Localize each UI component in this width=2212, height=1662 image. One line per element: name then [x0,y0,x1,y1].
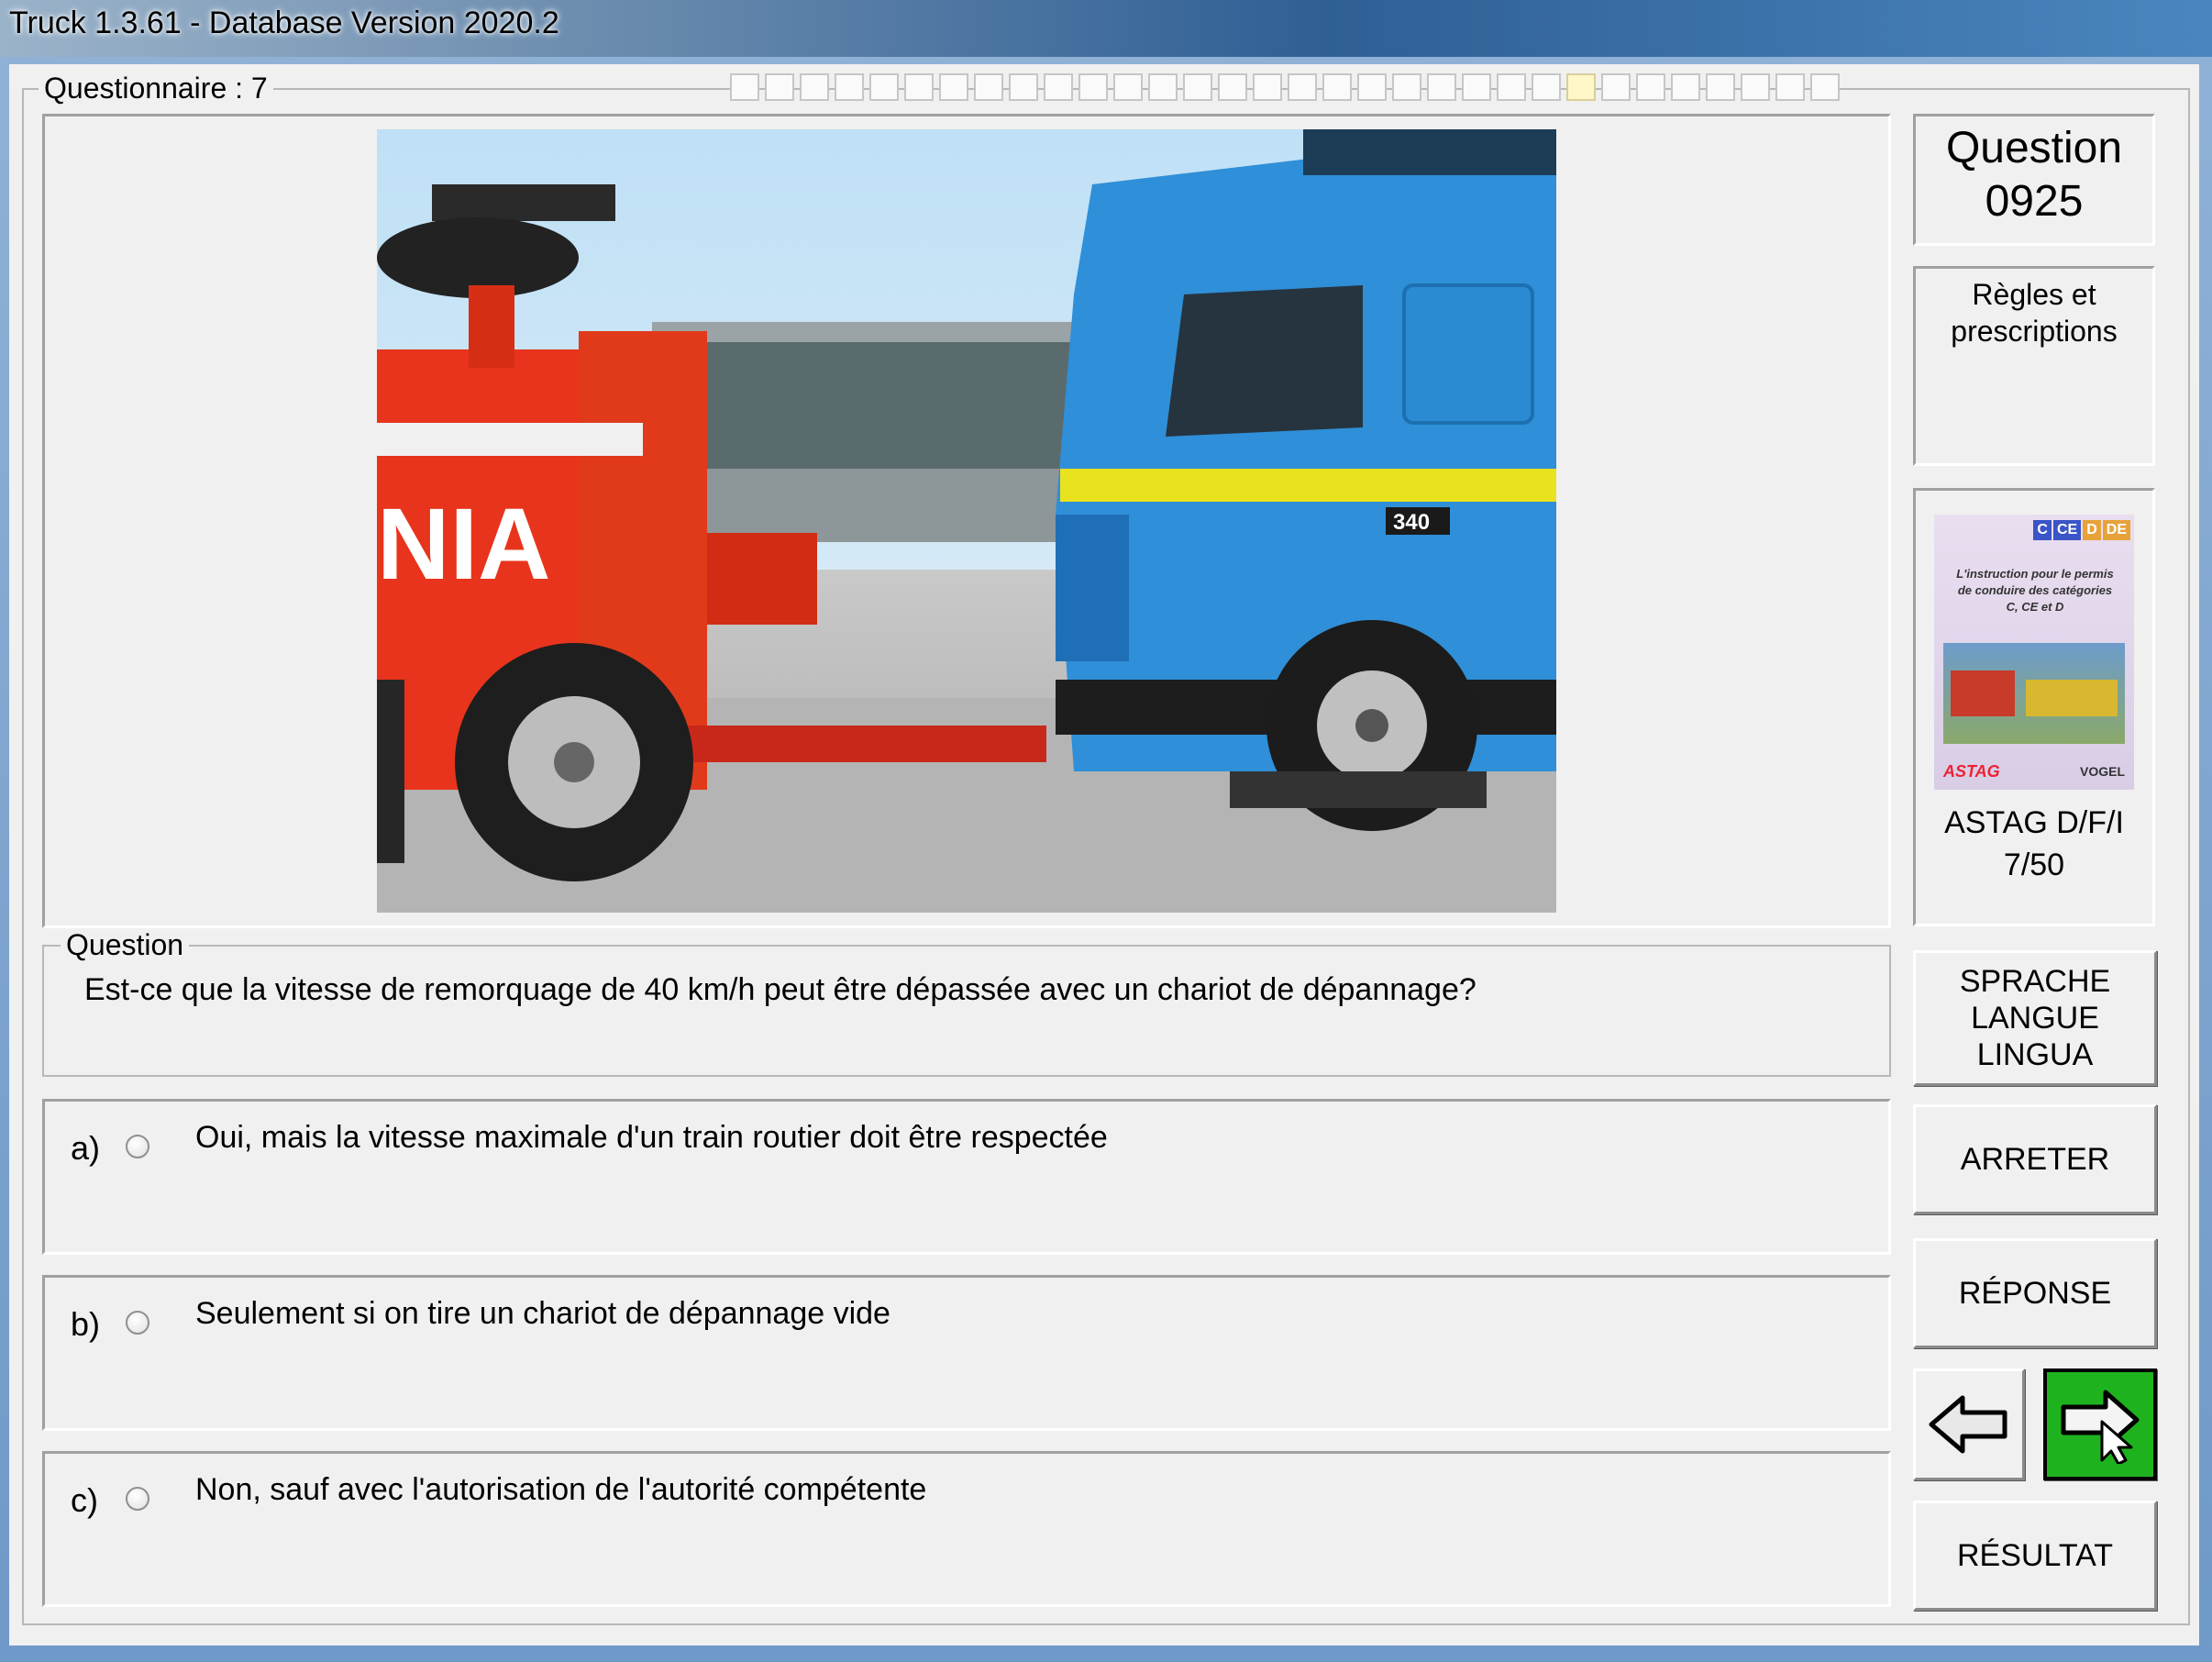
progress-cell [835,73,864,101]
book-badge: D [2083,520,2101,540]
progress-cell [1775,73,1805,101]
window-title: Truck 1.3.61 - Database Version 2020.2 [9,6,559,40]
book-badge: C [2033,520,2052,540]
arrow-right-icon [2061,1390,2140,1464]
questionnaire-label: Questionnaire : 7 [39,72,273,105]
book-badge: DE [2102,520,2130,540]
book-badge: CE [2052,520,2082,540]
progress-cell [1218,73,1247,101]
progress-cell [904,73,934,101]
question-group [42,945,1891,1077]
progress-cell [1113,73,1143,101]
progress-cell [800,73,829,101]
progress-cell [869,73,899,101]
progress-cell [1183,73,1212,101]
answer-letter: c) [71,1481,98,1519]
book-logo-right: VOGEL [2079,764,2125,779]
category-box: Règles et prescriptions [1913,266,2155,466]
question-text: Est-ce que la vitesse de remorquage de 4… [84,972,1477,1007]
answer-text: Non, sauf avec l'autorisation de l'autor… [195,1472,927,1507]
title-bar: Truck 1.3.61 - Database Version 2020.2 [0,0,2212,57]
truck-badge: 340 [1393,510,1430,535]
progress-cell [1009,73,1038,101]
progress-cell [1357,73,1387,101]
result-button[interactable]: RÉSULTAT [1913,1501,2157,1611]
progress-cell [1427,73,1456,101]
question-number-box: Question 0925 [1913,114,2155,246]
progress-cell [1288,73,1317,101]
answer-text: Oui, mais la vitesse maximale d'un train… [195,1120,1108,1155]
progress-cell [1810,73,1840,101]
progress-cell [765,73,794,101]
answer-a-panel[interactable]: a) Oui, mais la vitesse maximale d'un tr… [42,1099,1891,1255]
answer-button[interactable]: RÉPONSE [1913,1238,2157,1348]
question-photo: NIA 340 [377,129,1556,913]
progress-cell [1148,73,1178,101]
category-label: Règles et prescriptions [1951,278,2118,348]
question-number: 0925 [1985,177,2084,226]
book-subtitle: L'instruction pour le permis de conduire… [1956,567,2114,614]
progress-cell [974,73,1003,101]
progress-cell [1044,73,1073,101]
source-page: 7/50 [2003,848,2065,882]
language-button[interactable]: SPRACHE LANGUE LINGUA [1913,950,2157,1086]
arrow-left-icon [1929,1395,2007,1454]
progress-cell [1706,73,1735,101]
next-button[interactable] [2043,1368,2157,1480]
stop-button[interactable]: ARRETER [1913,1104,2157,1214]
answer-b-radio[interactable] [126,1311,149,1335]
blue-truck-shape [1056,129,1556,831]
progress-cell [939,73,968,101]
question-number-label: Question [1945,124,2123,172]
progress-cell [1601,73,1631,101]
question-legend: Question [61,928,190,961]
book-cover: C CE D DE L'instruction pour le permis de c… [1934,515,2134,790]
answer-c-panel[interactable]: c) Non, sauf avec l'autorisation de l'au… [42,1451,1891,1607]
progress-cell [1253,73,1282,101]
book-photo [1943,643,2125,744]
book-badges: C CE D DE [2033,520,2130,540]
language-label-fr: LANGUE [1971,1001,2099,1036]
answer-text: Seulement si on tire un chariot de dépan… [195,1296,890,1331]
answer-letter: a) [71,1129,101,1167]
progress-cell [1462,73,1491,101]
progress-cell [1741,73,1770,101]
previous-button[interactable] [1913,1368,2025,1480]
answer-c-radio[interactable] [126,1487,149,1511]
progress-cell [730,73,759,101]
progress-cell [1671,73,1700,101]
progress-cell [1322,73,1352,101]
answer-a-radio[interactable] [126,1135,149,1158]
progress-cell [1532,73,1561,101]
source-name: ASTAG D/F/I [1944,805,2124,840]
book-logo-left: ASTAG [1943,762,2000,781]
answer-b-panel[interactable]: b) Seulement si on tire un chariot de dé… [42,1275,1891,1431]
language-label-it: LINGUA [1976,1037,2094,1072]
progress-cell [1392,73,1421,101]
language-label-de: SPRACHE [1959,964,2111,999]
progress-cell [1078,73,1108,101]
progress-bar [730,73,1840,101]
progress-cell [1566,73,1596,101]
progress-cell [1636,73,1665,101]
source-box: C CE D DE L'instruction pour le permis de c… [1913,488,2155,926]
tow-truck-lettering: NIA [377,488,550,601]
progress-cell [1497,73,1526,101]
answer-letter: b) [71,1305,101,1343]
